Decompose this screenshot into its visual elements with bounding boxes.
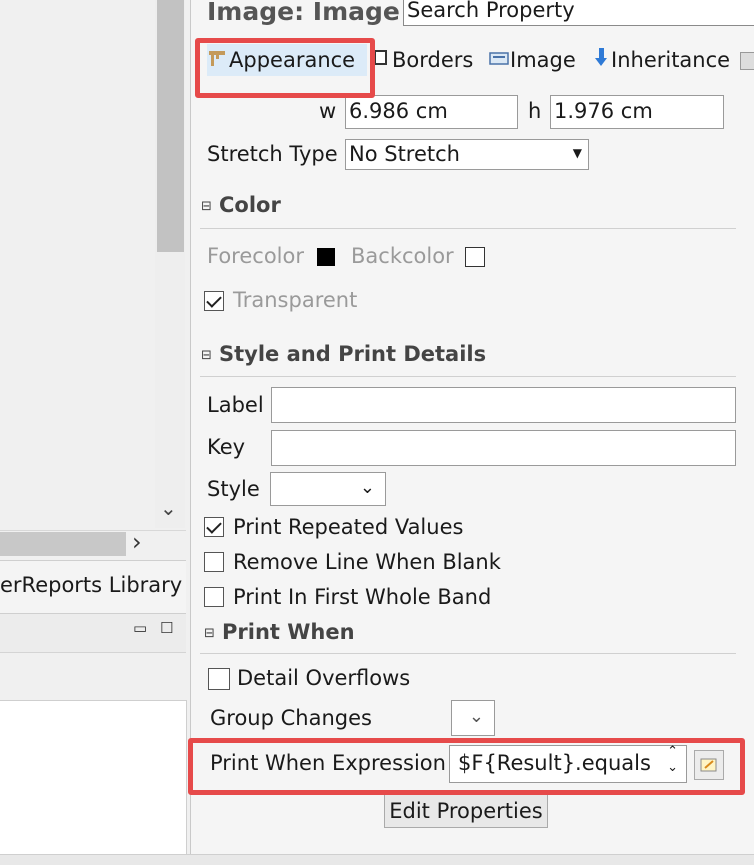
panel-title: Image: Image <box>207 0 400 26</box>
divider <box>200 376 736 377</box>
print-when-section-header[interactable]: ⊟ Print When <box>204 620 355 644</box>
collapse-icon: ⊟ <box>201 198 212 214</box>
vertical-scroll-thumb[interactable] <box>157 0 184 252</box>
width-input[interactable]: 6.986 cm <box>345 95 518 129</box>
tab-borders[interactable]: Borders <box>372 44 473 76</box>
stretch-type-select[interactable]: No Stretch ▼ <box>345 139 589 170</box>
print-first-band-label: Print In First Whole Band <box>233 585 492 609</box>
transparent-checkbox[interactable] <box>204 291 224 311</box>
label-input[interactable] <box>271 387 736 423</box>
print-when-section-title: Print When <box>222 620 355 644</box>
tab-borders-label: Borders <box>392 48 474 72</box>
divider <box>200 653 736 654</box>
print-first-band-checkbox[interactable] <box>204 587 224 607</box>
style-section-header[interactable]: ⊟ Style and Print Details <box>201 342 486 366</box>
chevron-down-icon: ⌄ <box>468 706 484 727</box>
color-section-title: Color <box>219 193 281 217</box>
style-select[interactable]: ⌄ <box>270 472 386 506</box>
chevron-down-icon: ⌄ <box>359 477 375 498</box>
style-section-title: Style and Print Details <box>219 342 487 366</box>
group-changes-label: Group Changes <box>210 706 372 730</box>
remove-line-label: Remove Line When Blank <box>233 550 501 574</box>
maximize-icon[interactable]: ☐ <box>160 619 173 637</box>
image-icon <box>488 45 510 77</box>
status-bar <box>0 854 754 865</box>
scroll-down-icon[interactable]: ⌄ <box>160 496 177 520</box>
stretch-type-label: Stretch Type <box>207 142 338 166</box>
tab-image[interactable]: Image <box>488 44 576 76</box>
borders-icon <box>372 45 392 77</box>
forecolor-swatch[interactable] <box>317 248 335 266</box>
color-section-header[interactable]: ⊟ Color <box>201 193 281 217</box>
remove-line-checkbox[interactable] <box>204 552 224 572</box>
library-tab[interactable]: erReports Library <box>0 560 186 614</box>
backcolor-label: Backcolor <box>351 244 454 268</box>
minimize-icon[interactable]: ▭ <box>133 619 147 637</box>
group-changes-select[interactable]: ⌄ <box>451 700 495 736</box>
stretch-type-value: No Stretch <box>349 142 460 166</box>
tab-inheritance-label: Inheritance <box>611 48 731 72</box>
detail-overflows-label: Detail Overflows <box>237 666 411 690</box>
scroll-right-icon[interactable]: › <box>132 528 142 556</box>
tab-inheritance[interactable]: Inheritance <box>591 44 730 76</box>
key-label: Key <box>207 435 246 459</box>
key-input[interactable] <box>271 430 736 466</box>
transparent-label: Transparent <box>233 288 358 312</box>
backcolor-swatch[interactable] <box>465 247 485 267</box>
collapse-icon: ⊟ <box>201 347 212 363</box>
left-content-area <box>0 700 187 859</box>
search-property-input[interactable]: Search Property <box>403 0 754 26</box>
collapse-icon: ⊟ <box>204 625 215 641</box>
forecolor-label: Forecolor <box>207 244 304 268</box>
print-repeated-label: Print Repeated Values <box>233 515 464 539</box>
highlight-box-appearance <box>195 38 375 98</box>
height-label: h <box>528 99 542 123</box>
library-tab-label: erReports Library <box>0 573 183 597</box>
highlight-box-expression <box>188 738 745 795</box>
height-input[interactable]: 1.976 cm <box>550 95 724 129</box>
style-label: Style <box>207 477 260 501</box>
label-label: Label <box>207 393 264 417</box>
tab-image-label: Image <box>510 48 576 72</box>
detail-overflows-checkbox[interactable] <box>208 668 230 690</box>
more-tabs-icon[interactable] <box>740 52 754 70</box>
horizontal-scroll-thumb[interactable] <box>0 532 126 556</box>
width-label: w <box>319 99 337 123</box>
print-repeated-checkbox[interactable] <box>204 517 224 537</box>
edit-properties-button[interactable]: Edit Properties <box>384 794 548 828</box>
view-toolbar <box>0 614 186 653</box>
inheritance-icon <box>591 45 611 77</box>
divider <box>200 228 736 229</box>
dropdown-arrow-icon: ▼ <box>572 146 582 160</box>
